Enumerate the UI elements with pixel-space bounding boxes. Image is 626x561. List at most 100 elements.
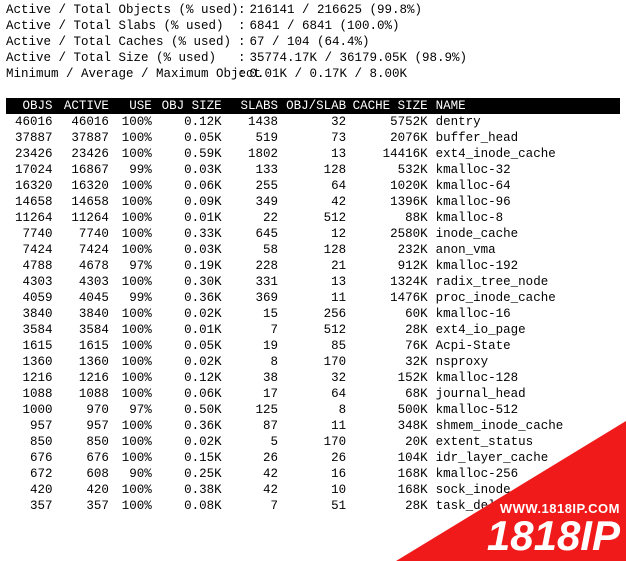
summary-value: 0.01K / 0.17K / 8.00K [246, 66, 408, 82]
cell-objs: 357 [6, 498, 57, 514]
cell-objslab: 32 [282, 370, 350, 386]
cell-use: 100% [113, 354, 156, 370]
cell-name: kmalloc-96 [432, 194, 620, 210]
cell-objs: 957 [6, 418, 57, 434]
cell-objslab: 170 [282, 354, 350, 370]
cell-slabs: 42 [226, 466, 282, 482]
cell-name: kmalloc-16 [432, 306, 620, 322]
cell-objs: 46016 [6, 114, 57, 130]
summary-separator: : [238, 34, 246, 50]
summary-line: Minimum / Average / Maximum Object:0.01K… [6, 66, 620, 82]
cell-use: 100% [113, 498, 156, 514]
summary-value: 6841 / 6841 (100.0%) [246, 18, 400, 34]
cell-objslab: 170 [282, 434, 350, 450]
cell-name: task_delay_info [432, 498, 620, 514]
summary-label: Active / Total Caches (% used) [6, 34, 238, 50]
table-row: 4788467897%0.19K22821912Kkmalloc-192 [6, 258, 620, 274]
cell-use: 99% [113, 290, 156, 306]
cell-name: dentry [432, 114, 620, 130]
cell-active: 11264 [57, 210, 113, 226]
cell-objsize: 0.03K [156, 242, 226, 258]
cell-active: 7740 [57, 226, 113, 242]
table-row: 13601360100%0.02K817032Knsproxy [6, 354, 620, 370]
cell-use: 100% [113, 146, 156, 162]
cell-slabs: 5 [226, 434, 282, 450]
cell-slabs: 331 [226, 274, 282, 290]
table-row: 170241686799%0.03K133128532Kkmalloc-32 [6, 162, 620, 178]
table-row: 2342623426100%0.59K18021314416Kext4_inod… [6, 146, 620, 162]
cell-active: 957 [57, 418, 113, 434]
blank-line [6, 82, 620, 98]
cell-objslab: 21 [282, 258, 350, 274]
terminal-screen: Active / Total Objects (% used):216141 /… [0, 0, 626, 516]
cell-use: 100% [113, 210, 156, 226]
table-body: 4601646016100%0.12K1438325752Kdentry3788… [6, 114, 620, 514]
cell-slabs: 26 [226, 450, 282, 466]
summary-line: Active / Total Caches (% used):67 / 104 … [6, 34, 620, 50]
table-row: 1126411264100%0.01K2251288Kkmalloc-8 [6, 210, 620, 226]
table-row: 1632016320100%0.06K255641020Kkmalloc-64 [6, 178, 620, 194]
cell-objsize: 0.08K [156, 498, 226, 514]
cell-objslab: 26 [282, 450, 350, 466]
cell-objsize: 0.12K [156, 114, 226, 130]
cell-active: 4045 [57, 290, 113, 306]
cell-objs: 7424 [6, 242, 57, 258]
cell-use: 90% [113, 466, 156, 482]
cell-name: kmalloc-256 [432, 466, 620, 482]
watermark-logo: 1818IP [487, 515, 620, 557]
summary-line: Active / Total Size (% used):35774.17K /… [6, 50, 620, 66]
cell-objs: 3840 [6, 306, 57, 322]
table-row: 4601646016100%0.12K1438325752Kdentry [6, 114, 620, 130]
cell-slabs: 519 [226, 130, 282, 146]
cell-objsize: 0.01K [156, 210, 226, 226]
cell-objsize: 0.30K [156, 274, 226, 290]
cell-slabs: 7 [226, 322, 282, 338]
cell-objs: 1360 [6, 354, 57, 370]
cell-objsize: 0.59K [156, 146, 226, 162]
cell-objslab: 51 [282, 498, 350, 514]
summary-label: Active / Total Size (% used) [6, 50, 238, 66]
cell-objs: 4788 [6, 258, 57, 274]
cell-slabs: 87 [226, 418, 282, 434]
table-row: 12161216100%0.12K3832152Kkmalloc-128 [6, 370, 620, 386]
cell-slabs: 133 [226, 162, 282, 178]
cell-objs: 4059 [6, 290, 57, 306]
col-header-name: NAME [432, 98, 620, 114]
cell-active: 850 [57, 434, 113, 450]
cell-objs: 4303 [6, 274, 57, 290]
cell-slabs: 1802 [226, 146, 282, 162]
table-row: 357357100%0.08K75128Ktask_delay_info [6, 498, 620, 514]
cell-objsize: 0.09K [156, 194, 226, 210]
cell-objslab: 13 [282, 146, 350, 162]
cell-objslab: 128 [282, 242, 350, 258]
cell-use: 100% [113, 418, 156, 434]
cell-objsize: 0.02K [156, 306, 226, 322]
cell-objsize: 0.12K [156, 370, 226, 386]
cell-objslab: 11 [282, 418, 350, 434]
cell-objs: 1615 [6, 338, 57, 354]
cell-slabs: 8 [226, 354, 282, 370]
cell-objs: 17024 [6, 162, 57, 178]
cell-name: radix_tree_node [432, 274, 620, 290]
cell-active: 1360 [57, 354, 113, 370]
cell-active: 23426 [57, 146, 113, 162]
cell-use: 100% [113, 322, 156, 338]
cell-objslab: 16 [282, 466, 350, 482]
cell-csize: 5752K [350, 114, 432, 130]
table-row: 3788737887100%0.05K519732076Kbuffer_head [6, 130, 620, 146]
cell-use: 100% [113, 434, 156, 450]
cell-name: shmem_inode_cache [432, 418, 620, 434]
summary-label: Active / Total Objects (% used) [6, 2, 238, 18]
cell-objslab: 10 [282, 482, 350, 498]
cell-slabs: 349 [226, 194, 282, 210]
cell-use: 100% [113, 450, 156, 466]
cell-active: 357 [57, 498, 113, 514]
cell-objsize: 0.33K [156, 226, 226, 242]
table-row: 74247424100%0.03K58128232Kanon_vma [6, 242, 620, 258]
cell-csize: 28K [350, 498, 432, 514]
cell-name: inode_cache [432, 226, 620, 242]
cell-slabs: 19 [226, 338, 282, 354]
table-header-row: OBJS ACTIVE USE OBJ SIZE SLABS OBJ/SLAB … [6, 98, 620, 114]
cell-active: 1615 [57, 338, 113, 354]
cell-slabs: 38 [226, 370, 282, 386]
